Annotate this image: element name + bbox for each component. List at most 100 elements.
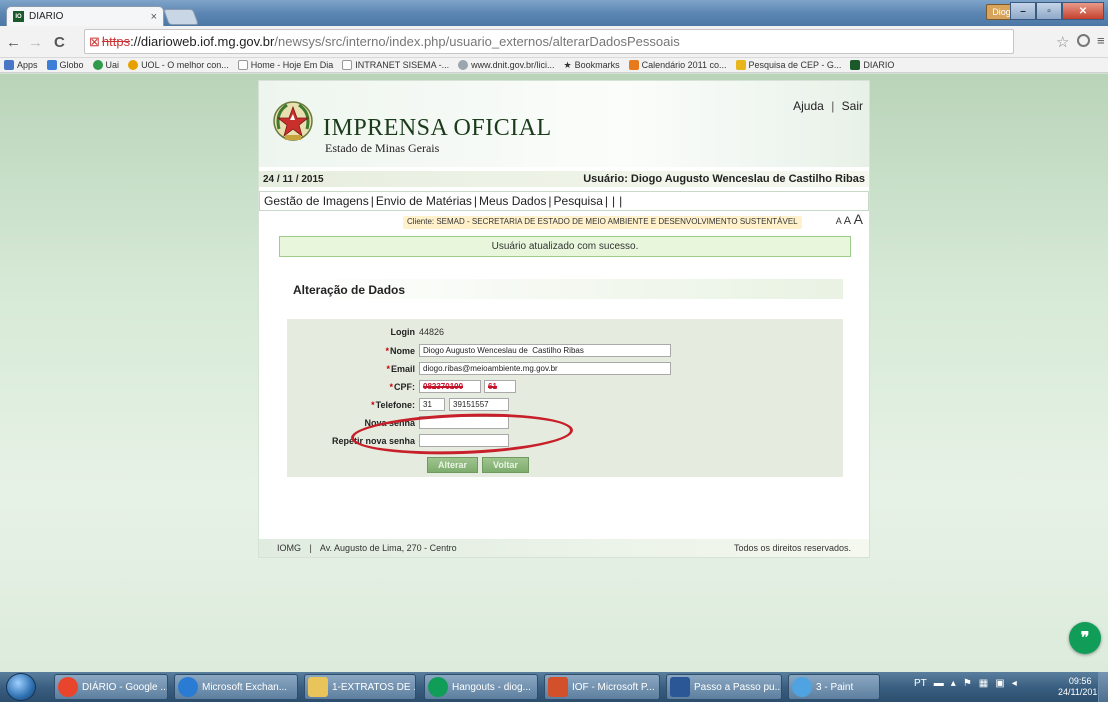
nome-input[interactable] xyxy=(419,344,671,357)
tab-title: DIARIO xyxy=(29,11,64,22)
bookmarks-bar: Apps Globo Uai UOL - O melhor con... Hom… xyxy=(0,58,1108,73)
close-window-button[interactable]: ✕ xyxy=(1062,2,1104,20)
uol-icon xyxy=(128,60,139,70)
telefone-number-input[interactable] xyxy=(449,398,509,411)
font-small-button[interactable]: A xyxy=(836,216,842,226)
taskbar-powerpoint[interactable]: IOF - Microsoft P... xyxy=(544,674,660,700)
login-label: Login xyxy=(390,327,416,337)
nav-gestao-imagens[interactable]: Gestão de Imagens xyxy=(264,194,369,208)
taskbar-folder[interactable]: 1-EXTRATOS DE ... xyxy=(304,674,416,700)
folder-icon xyxy=(308,677,328,697)
cpf-digit-redacted: 61 xyxy=(488,381,497,391)
taskbar-word[interactable]: Passo a Passo pu... xyxy=(666,674,782,700)
bookmark-apps[interactable]: Apps xyxy=(4,60,38,70)
show-desktop-button[interactable] xyxy=(1098,672,1108,702)
window-controls: – ▫ ✕ xyxy=(1010,2,1104,20)
url-host: ://diarioweb.iof.mg.gov.br xyxy=(130,34,275,49)
tab-close-icon[interactable]: × xyxy=(151,11,157,23)
minimize-button[interactable]: – xyxy=(1010,2,1036,20)
bookmark-intranet[interactable]: INTRANET SISEMA -... xyxy=(342,60,449,70)
state-coat-of-arms-icon xyxy=(273,101,313,141)
cpf-input[interactable]: 082370100 xyxy=(419,380,481,393)
font-large-button[interactable]: A xyxy=(854,211,863,227)
hangouts-chat-icon[interactable]: ❞ xyxy=(1069,622,1101,654)
cpf-digit-input[interactable]: 61 xyxy=(484,380,516,393)
back-arrow-icon[interactable]: ← xyxy=(6,34,21,51)
logout-link[interactable]: Sair xyxy=(842,99,863,113)
current-date: 24 / 11 / 2015 xyxy=(263,173,324,185)
chrome-menu-icon[interactable]: ≡ xyxy=(1097,33,1105,48)
bookmark-bookmarks[interactable]: ★ Bookmarks xyxy=(564,60,620,71)
language-indicator[interactable]: PT xyxy=(914,678,927,689)
volume-icon[interactable]: ◂ xyxy=(1012,678,1017,689)
nav-pesquisa[interactable]: Pesquisa xyxy=(554,194,603,208)
globe-icon xyxy=(458,60,469,70)
bookmark-star-icon[interactable]: ☆ xyxy=(1056,33,1069,51)
font-size-controls: A A A xyxy=(836,211,863,227)
font-medium-button[interactable]: A xyxy=(844,215,851,227)
bookmark-uol[interactable]: UOL - O melhor con... xyxy=(128,60,229,70)
email-row: *Email xyxy=(287,362,671,375)
action-center-flag-icon[interactable]: ⚑ xyxy=(963,678,972,689)
bookmark-cep[interactable]: Pesquisa de CEP - G... xyxy=(735,60,841,70)
show-hidden-icons[interactable]: ▴ xyxy=(951,678,956,689)
url-protocol: https xyxy=(101,34,131,49)
email-label: *Email xyxy=(386,363,415,374)
header-separator: | xyxy=(831,99,835,113)
browser-toolbar: ← → C ⊠ https ://diarioweb.iof.mg.gov.br… xyxy=(0,26,1108,58)
header-links: Ajuda | Sair xyxy=(793,99,863,113)
insecure-lock-icon[interactable]: ⊠ xyxy=(89,34,100,50)
bookmark-dnit[interactable]: www.dnit.gov.br/lici... xyxy=(458,60,555,70)
page-icon xyxy=(342,60,353,70)
section-title: Alteração de Dados xyxy=(287,279,843,299)
keyboard-icon[interactable]: ▬ xyxy=(934,678,944,689)
email-input[interactable] xyxy=(419,362,671,375)
address-bar[interactable]: ⊠ https ://diarioweb.iof.mg.gov.br /news… xyxy=(84,29,1014,54)
cpf-value-redacted: 082370100 xyxy=(423,381,464,391)
cep-icon xyxy=(735,60,746,70)
help-link[interactable]: Ajuda xyxy=(793,99,824,113)
hangouts-icon xyxy=(428,677,448,697)
extension-icon[interactable] xyxy=(1077,34,1090,47)
clock-time: 09:56 xyxy=(1068,676,1092,686)
footer-left: IOMG | Av. Augusto de Lima, 270 - Centro xyxy=(277,543,457,553)
forward-arrow-icon[interactable]: → xyxy=(28,34,43,51)
page-icon xyxy=(237,60,248,70)
form-buttons: Alterar Voltar xyxy=(427,457,529,473)
bookmark-globo[interactable]: Globo xyxy=(46,60,84,70)
reload-icon[interactable]: C xyxy=(54,34,65,51)
voltar-button[interactable]: Voltar xyxy=(482,457,529,473)
taskbar-paint[interactable]: 3 - Paint xyxy=(788,674,880,700)
footer-org: IOMG xyxy=(277,543,301,553)
taskbar-chrome[interactable]: DIÁRIO - Google ... xyxy=(54,674,168,700)
alterar-button[interactable]: Alterar xyxy=(427,457,479,473)
bookmark-uai[interactable]: Uai xyxy=(92,60,119,70)
date-user-bar: 24 / 11 / 2015 Usuário: Diogo Augusto We… xyxy=(259,171,869,187)
bookmark-calendario[interactable]: Calendário 2011 co... xyxy=(628,60,727,70)
bookmark-diario[interactable]: DIARIO xyxy=(850,60,894,70)
word-icon xyxy=(670,677,690,697)
cpf-row: *CPF: 082370100 61 xyxy=(287,380,516,393)
system-tray: PT ▬ ▴ ⚑ ▦ ▣ ◂ xyxy=(914,678,1017,689)
login-value: 44826 xyxy=(419,327,445,337)
telefone-label: *Telefone: xyxy=(371,399,415,410)
taskbar-clock[interactable]: 09:56 24/11/2015 xyxy=(1058,676,1102,698)
site-brand-subtitle: Estado de Minas Gerais xyxy=(325,141,440,155)
powerpoint-icon xyxy=(548,677,568,697)
telefone-ddd-input[interactable] xyxy=(419,398,445,411)
network-icon[interactable]: ▦ xyxy=(979,678,988,689)
nav-meus-dados[interactable]: Meus Dados xyxy=(479,194,546,208)
nome-label: *Nome xyxy=(385,345,415,356)
nav-separator: | xyxy=(548,194,552,208)
new-tab-button[interactable] xyxy=(163,9,199,25)
site-brand-title: IMPRENSA OFICIAL xyxy=(323,115,552,141)
taskbar-exchange[interactable]: Microsoft Exchan... xyxy=(174,674,298,700)
maximize-button[interactable]: ▫ xyxy=(1036,2,1062,20)
display-icon[interactable]: ▣ xyxy=(995,678,1004,689)
nav-envio-materias[interactable]: Envio de Matérias xyxy=(376,194,472,208)
bookmark-hoje-em-dia[interactable]: Home - Hoje Em Dia xyxy=(237,60,333,70)
taskbar-hangouts[interactable]: Hangouts - diog... xyxy=(424,674,538,700)
footer-rights: Todos os direitos reservados. xyxy=(733,543,851,553)
browser-tab[interactable]: IO DIARIO × xyxy=(6,6,164,26)
start-button[interactable] xyxy=(6,673,36,701)
